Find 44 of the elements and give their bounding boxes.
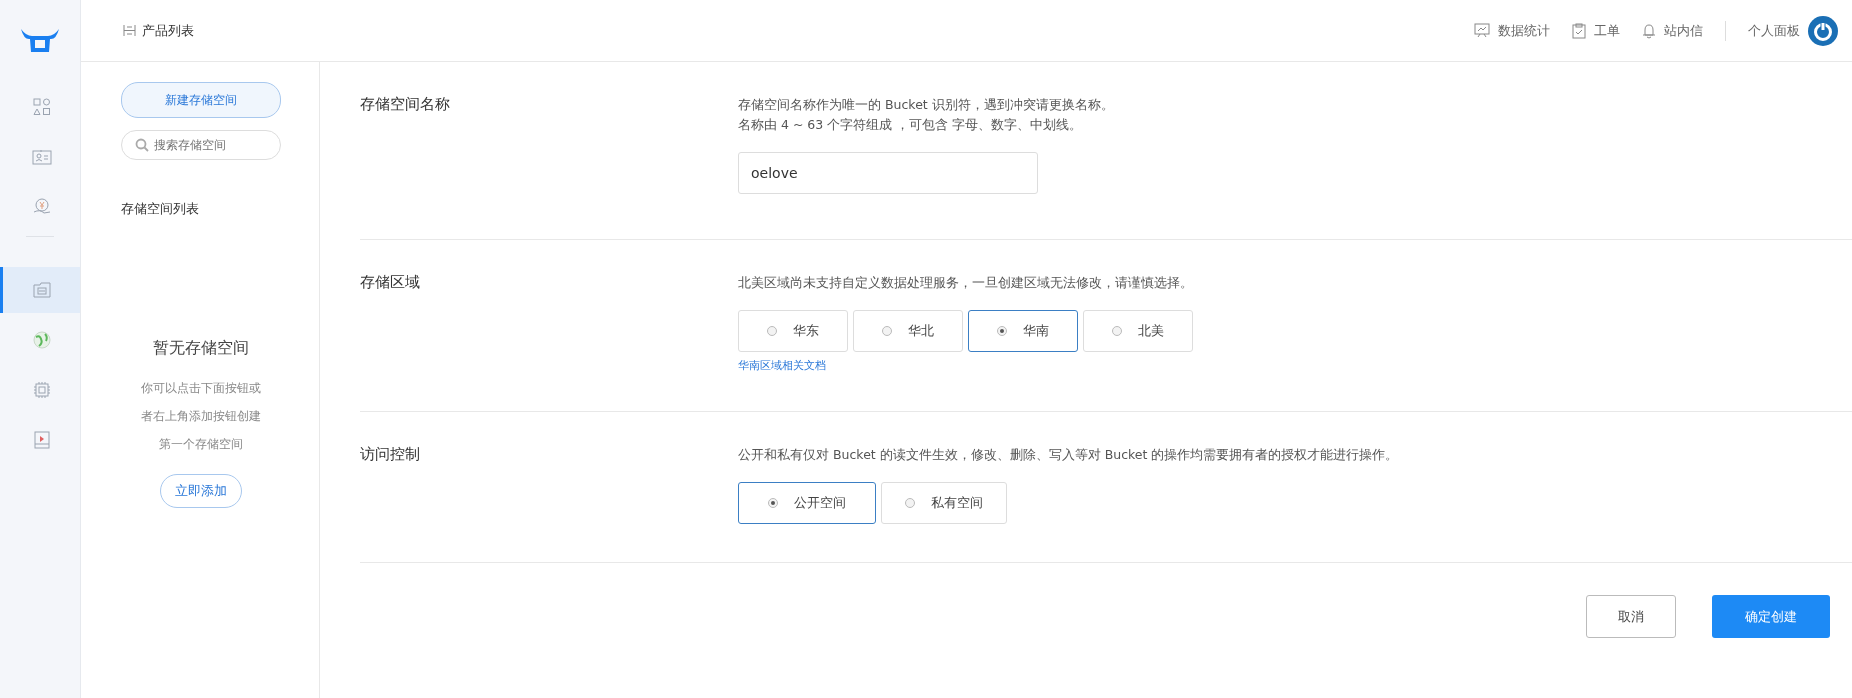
video-player-icon: [33, 431, 50, 449]
access-option[interactable]: 公开空间: [738, 482, 876, 524]
id-card-icon: [31, 149, 52, 165]
region-option[interactable]: 北美: [1083, 310, 1193, 352]
new-bucket-button[interactable]: 新建存储空间: [121, 82, 281, 118]
grid-icon: [123, 24, 136, 37]
bell-icon: [1642, 22, 1656, 39]
chip-icon: [32, 381, 51, 399]
field-description: 公开和私有仅对 Bucket 的读文件生效，修改、删除、写入等对 Bucket 的操作均需要拥有者的授权才能进行操作。: [738, 446, 1399, 464]
globe-icon: [32, 331, 51, 349]
field-label: 存储区域: [360, 273, 421, 293]
power-avatar-icon[interactable]: [1808, 15, 1838, 46]
nav-link[interactable]: 站内信: [1642, 21, 1703, 40]
user-panel-link[interactable]: 个人面板: [1748, 21, 1800, 40]
empty-text: 者右上角添加按钮创建: [141, 408, 261, 425]
field-description: 存储空间名称作为唯一的 Bucket 识别符，遇到冲突请更换名称。: [738, 96, 1114, 114]
access-option[interactable]: 私有空间: [881, 482, 1007, 524]
region-option[interactable]: 华北: [853, 310, 963, 352]
region-option[interactable]: 华南: [968, 310, 1078, 352]
add-now-button[interactable]: 立即添加: [160, 474, 242, 508]
region-doc-link[interactable]: 华南区域相关文档: [738, 358, 826, 373]
folder-icon: [32, 282, 51, 298]
cancel-button[interactable]: 取消: [1586, 595, 1676, 638]
empty-text: 第一个存储空间: [159, 436, 243, 453]
bucket-name-input[interactable]: oelove: [738, 152, 1038, 194]
field-description: 北美区域尚未支持自定义数据处理服务，一旦创建区域无法修改，请谨慎选择。: [738, 274, 1193, 292]
search-icon: [135, 138, 149, 152]
apps-icon: [32, 98, 51, 116]
coin-hand-icon: [31, 197, 52, 217]
search-field[interactable]: 搜索存储空间: [121, 130, 281, 160]
clipboard-icon: [1572, 22, 1586, 39]
nav-link[interactable]: 工单: [1572, 21, 1620, 40]
rail-item[interactable]: [0, 267, 80, 313]
confirm-create-button[interactable]: 确定创建: [1712, 595, 1830, 638]
list-title: 存储空间列表: [121, 200, 199, 218]
field-label: 存储空间名称: [360, 95, 451, 115]
breadcrumb-title: 产品列表: [142, 21, 194, 40]
field-label: 访问控制: [360, 445, 421, 465]
region-option[interactable]: 华东: [738, 310, 848, 352]
empty-text: 你可以点击下面按钮或: [141, 380, 261, 397]
field-description: 名称由 4 ~ 63 个字符组成 ，可包含 字母、数字、中划线。: [738, 116, 1083, 134]
chart-icon: [1474, 23, 1490, 38]
nav-link[interactable]: 数据统计: [1474, 21, 1550, 40]
empty-title: 暂无存储空间: [153, 338, 249, 359]
